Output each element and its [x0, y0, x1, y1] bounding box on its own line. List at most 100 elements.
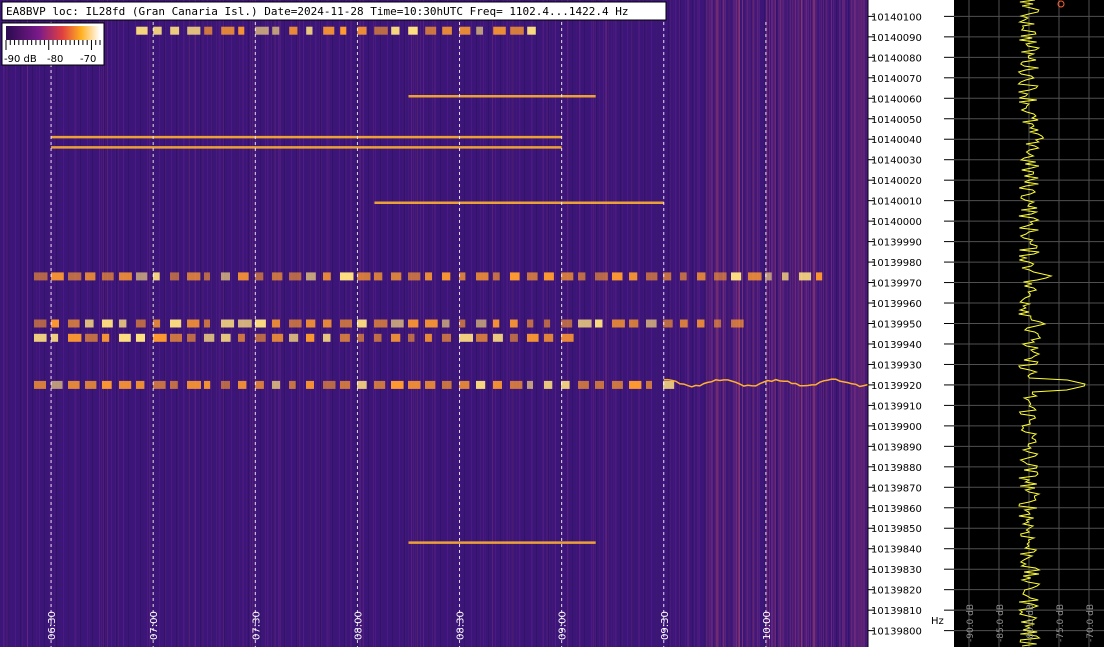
- signal-burst: [102, 380, 112, 389]
- noise-streak: [863, 0, 865, 647]
- signal-burst: [357, 272, 371, 281]
- time-tick-label: 08:30: [456, 611, 467, 640]
- signal-burst: [697, 272, 706, 281]
- signal-burst: [493, 319, 500, 328]
- signal-burst: [646, 272, 658, 281]
- signal-burst: [391, 333, 401, 342]
- noise-streak: [9, 0, 10, 647]
- signal-burst: [748, 272, 762, 281]
- signal-burst: [221, 272, 230, 281]
- noise-streak: [216, 0, 217, 647]
- signal-burst: [289, 26, 298, 35]
- signal-burst: [136, 380, 145, 389]
- signal-burst: [425, 272, 432, 281]
- frequency-tick-label: 10139970: [871, 279, 922, 290]
- noise-streak: [864, 0, 866, 647]
- noise-streak: [405, 0, 406, 647]
- signal-burst: [476, 26, 483, 35]
- signal-burst: [153, 333, 167, 342]
- noise-streak: [784, 0, 786, 647]
- noise-streak: [708, 0, 710, 647]
- noise-streak: [644, 0, 645, 647]
- signal-burst: [187, 26, 201, 35]
- noise-streak: [830, 0, 832, 647]
- signal-burst: [51, 272, 64, 281]
- signal-burst: [323, 272, 331, 281]
- frequency-tick-label: 10139930: [871, 360, 922, 371]
- signal-burst: [408, 319, 419, 328]
- signal-burst: [408, 380, 421, 389]
- frequency-tick-label: 10139950: [871, 320, 922, 331]
- noise-streak: [710, 0, 712, 647]
- noise-streak: [810, 0, 811, 647]
- signal-burst: [221, 380, 230, 389]
- signal-burst: [391, 26, 400, 35]
- signal-burst: [510, 380, 523, 389]
- noise-streak: [118, 0, 119, 647]
- noise-streak: [782, 0, 784, 647]
- signal-burst: [714, 272, 727, 281]
- frequency-tick-label: 10139800: [871, 627, 922, 638]
- noise-streak: [673, 0, 674, 647]
- signal-burst: [204, 333, 215, 342]
- noise-streak: [833, 0, 835, 647]
- noise-streak: [643, 0, 644, 647]
- signal-burst: [136, 333, 145, 342]
- signal-burst: [629, 319, 639, 328]
- signal-burst: [170, 333, 182, 342]
- signal-burst: [561, 272, 574, 281]
- signal-burst: [187, 319, 200, 328]
- noise-streak: [730, 0, 731, 647]
- time-tick-label: 07:30: [251, 611, 262, 640]
- signal-burst: [425, 26, 437, 35]
- signal-burst: [323, 333, 331, 342]
- frequency-tick-label: 10140020: [871, 176, 922, 187]
- signal-burst: [680, 319, 688, 328]
- signal-burst: [646, 380, 652, 389]
- noise-streak: [11, 0, 12, 647]
- frequency-tick-label: 10140040: [871, 135, 922, 146]
- signal-burst: [340, 272, 354, 281]
- noise-streak: [319, 0, 320, 647]
- signal-burst: [799, 272, 812, 281]
- signal-burst: [255, 26, 269, 35]
- noise-streak: [748, 0, 749, 647]
- signal-burst: [612, 319, 625, 328]
- signal-burst: [306, 26, 313, 35]
- signal-burst: [255, 333, 266, 342]
- noise-streak: [99, 0, 100, 647]
- signal-burst: [510, 319, 518, 328]
- frequency-tick-label: 10140080: [871, 53, 922, 64]
- signal-burst: [272, 319, 280, 328]
- noise-streak: [606, 0, 607, 647]
- signal-burst: [493, 26, 506, 35]
- signal-burst: [340, 380, 351, 389]
- noise-streak: [786, 0, 788, 647]
- noise-streak: [8, 0, 9, 647]
- spectrum-db-label: -90.0 dB: [966, 604, 976, 642]
- noise-streak: [280, 0, 281, 647]
- signal-burst: [476, 333, 488, 342]
- signal-burst: [442, 333, 451, 342]
- noise-streak: [846, 0, 847, 647]
- signal-burst: [289, 319, 302, 328]
- noise-streak: [847, 0, 848, 647]
- signal-burst: [306, 272, 316, 281]
- signal-burst: [102, 319, 113, 328]
- noise-streak: [820, 0, 822, 647]
- signal-burst: [731, 272, 742, 281]
- noise-streak: [202, 0, 203, 647]
- noise-streak: [679, 0, 680, 647]
- noise-streak: [316, 0, 317, 647]
- signal-burst: [612, 380, 623, 389]
- signal-burst: [306, 380, 314, 389]
- noise-streak: [771, 0, 773, 647]
- signal-burst: [238, 272, 249, 281]
- time-tick-label: 09:00: [558, 611, 569, 640]
- signal-burst: [119, 380, 132, 389]
- signal-burst: [255, 319, 266, 328]
- noise-streak: [373, 0, 374, 647]
- signal-burst: [714, 319, 722, 328]
- noise-streak: [218, 0, 219, 647]
- signal-burst: [170, 319, 182, 328]
